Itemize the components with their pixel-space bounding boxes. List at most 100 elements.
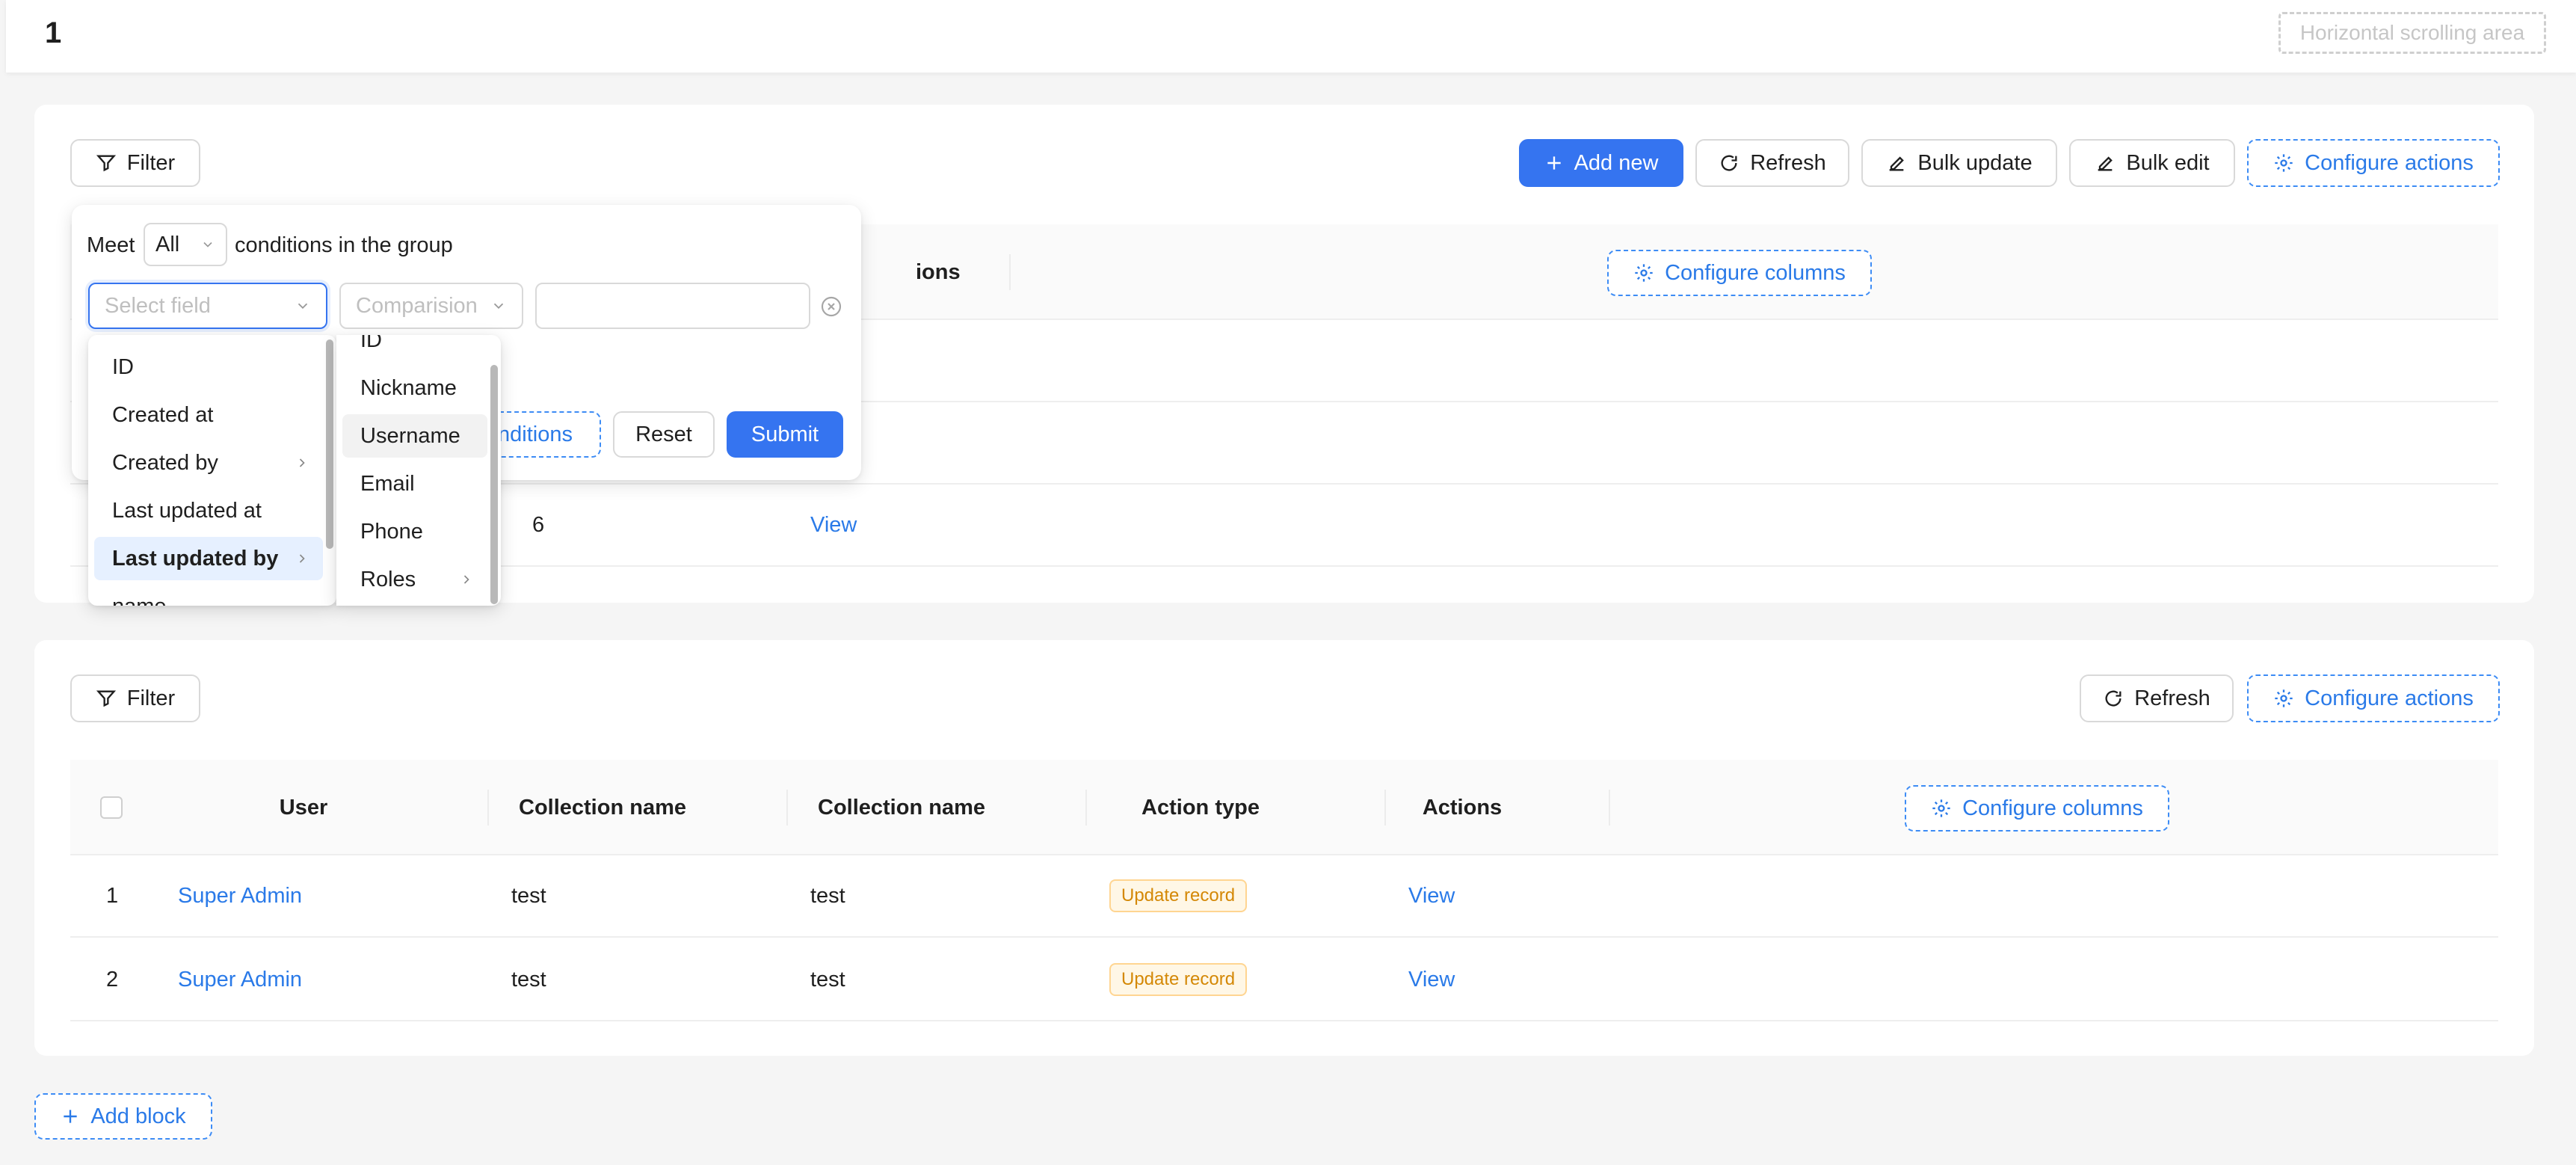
subfield-option-username[interactable]: Username [342, 414, 487, 458]
remove-condition-icon[interactable] [819, 295, 843, 319]
subfield-option-email[interactable]: Email [342, 462, 487, 505]
user-link[interactable]: Super Admin [178, 968, 302, 992]
page-title: 1 [45, 16, 62, 49]
option-label: Created by [112, 450, 218, 475]
field-option-last-updated-by[interactable]: Last updated by [94, 537, 323, 580]
option-label: name [112, 594, 167, 606]
column-header-action-type: Action type [1141, 796, 1260, 820]
chevron-down-icon [490, 298, 507, 314]
plus-icon [1544, 153, 1564, 173]
option-label: Roles [360, 567, 416, 591]
option-label: Username [360, 423, 460, 448]
view-link[interactable]: View [1408, 968, 1455, 992]
configure-actions-button[interactable]: Configure actions [2247, 674, 2500, 722]
field-select[interactable]: Select field [88, 283, 327, 329]
table-row[interactable]: 1 Super Admin test test Update record Vi… [70, 855, 2498, 938]
option-label: ID [360, 335, 382, 352]
field-dropdown: ID Created at Created by Last updated at… [88, 335, 336, 606]
configure-actions-button[interactable]: Configure actions [2247, 139, 2500, 187]
subfield-option-roles[interactable]: Roles [342, 558, 487, 601]
match-mode-value: All [155, 232, 180, 256]
table-block-2: Filter Refresh Configure actions User Co… [34, 640, 2534, 1056]
filter-label: Filter [126, 150, 176, 175]
add-conditions-label: nditions [498, 422, 573, 446]
plus-icon [61, 1107, 80, 1126]
field-option-id[interactable]: ID [94, 345, 323, 389]
horizontal-scrolling-area[interactable]: Horizontal scrolling area [2278, 12, 2546, 54]
chevron-down-icon [200, 237, 215, 252]
comparison-select[interactable]: Comparision [339, 283, 523, 329]
filter-button[interactable]: Filter [70, 674, 200, 722]
chevron-right-icon [459, 572, 474, 587]
configure-columns-button[interactable]: Configure columns [1905, 785, 2169, 832]
filter-icon [96, 153, 117, 173]
field-placeholder: Select field [105, 293, 211, 318]
bulk-edit-label: Bulk edit [2126, 150, 2210, 175]
filter-icon [96, 688, 117, 709]
add-new-button[interactable]: Add new [1519, 139, 1683, 187]
field-option-created-at[interactable]: Created at [94, 393, 323, 437]
reset-button[interactable]: Reset [613, 411, 715, 458]
collection-name-cell: test [511, 968, 546, 992]
dropdown-scrollbar[interactable] [326, 339, 333, 549]
configure-columns-label: Configure columns [1665, 260, 1846, 285]
column-separator [487, 790, 489, 826]
top-bar: 1 Horizontal scrolling area [6, 0, 2576, 73]
submit-button[interactable]: Submit [727, 411, 843, 458]
value-input[interactable] [535, 283, 810, 329]
subfield-option-id[interactable]: ID [342, 335, 487, 362]
collection-name-cell: test [810, 884, 845, 908]
dropdown-scrollbar[interactable] [490, 365, 498, 604]
match-mode-select[interactable]: All [144, 223, 227, 266]
submit-label: Submit [751, 422, 819, 446]
option-label: ID [112, 354, 134, 379]
column-separator [1009, 254, 1011, 290]
configure-actions-label: Configure actions [2305, 150, 2474, 175]
row-index: 1 [106, 884, 119, 908]
add-block-button[interactable]: Add block [34, 1093, 212, 1140]
filter-label: Filter [126, 686, 176, 710]
refresh-button[interactable]: Refresh [2080, 674, 2234, 722]
field-option-created-by[interactable]: Created by [94, 441, 323, 485]
reset-label: Reset [635, 422, 692, 446]
edit-icon [2095, 153, 2116, 173]
field-option-name[interactable]: name [94, 585, 323, 606]
chevron-right-icon [295, 455, 309, 470]
user-link[interactable]: Super Admin [178, 884, 302, 909]
collection-name-cell: test [511, 884, 546, 908]
bulk-update-button[interactable]: Bulk update [1861, 139, 2057, 187]
column-separator [1384, 790, 1386, 826]
refresh-icon [2103, 688, 2124, 709]
chevron-right-icon [295, 551, 309, 566]
option-label: Nickname [360, 375, 457, 400]
configure-columns-button[interactable]: Configure columns [1607, 250, 1872, 296]
refresh-button[interactable]: Refresh [1695, 139, 1849, 187]
bulk-update-label: Bulk update [1917, 150, 2033, 175]
table-header: User Collection name Collection name Act… [70, 760, 2498, 855]
view-link[interactable]: View [810, 513, 857, 538]
configure-columns-label: Configure columns [1962, 796, 2143, 820]
add-conditions-button[interactable]: nditions [490, 411, 601, 458]
configure-actions-label: Configure actions [2305, 686, 2474, 710]
conditions-text: conditions in the group [235, 233, 453, 257]
bulk-edit-button[interactable]: Bulk edit [2069, 139, 2235, 187]
collection-name-cell: test [810, 968, 845, 992]
select-all-checkbox[interactable] [100, 796, 123, 819]
column-header-actions: Actions [1422, 796, 1503, 820]
column-separator [1085, 790, 1087, 826]
column-header-actions: ions [916, 260, 961, 284]
refresh-icon [1719, 153, 1740, 173]
option-label: Email [360, 471, 415, 496]
filter-button[interactable]: Filter [70, 139, 200, 187]
table-row[interactable]: 2 Super Admin test test Update record Vi… [70, 938, 2498, 1021]
subfield-option-phone[interactable]: Phone [342, 510, 487, 553]
field-option-last-updated-at[interactable]: Last updated at [94, 489, 323, 532]
add-new-label: Add new [1574, 150, 1659, 175]
gear-icon [2273, 153, 2294, 173]
view-link[interactable]: View [1408, 884, 1455, 909]
option-label: Created at [112, 402, 214, 427]
subfield-option-nickname[interactable]: Nickname [342, 366, 487, 410]
chevron-down-icon [295, 298, 311, 314]
column-separator [1609, 790, 1610, 826]
edit-icon [1886, 153, 1907, 173]
